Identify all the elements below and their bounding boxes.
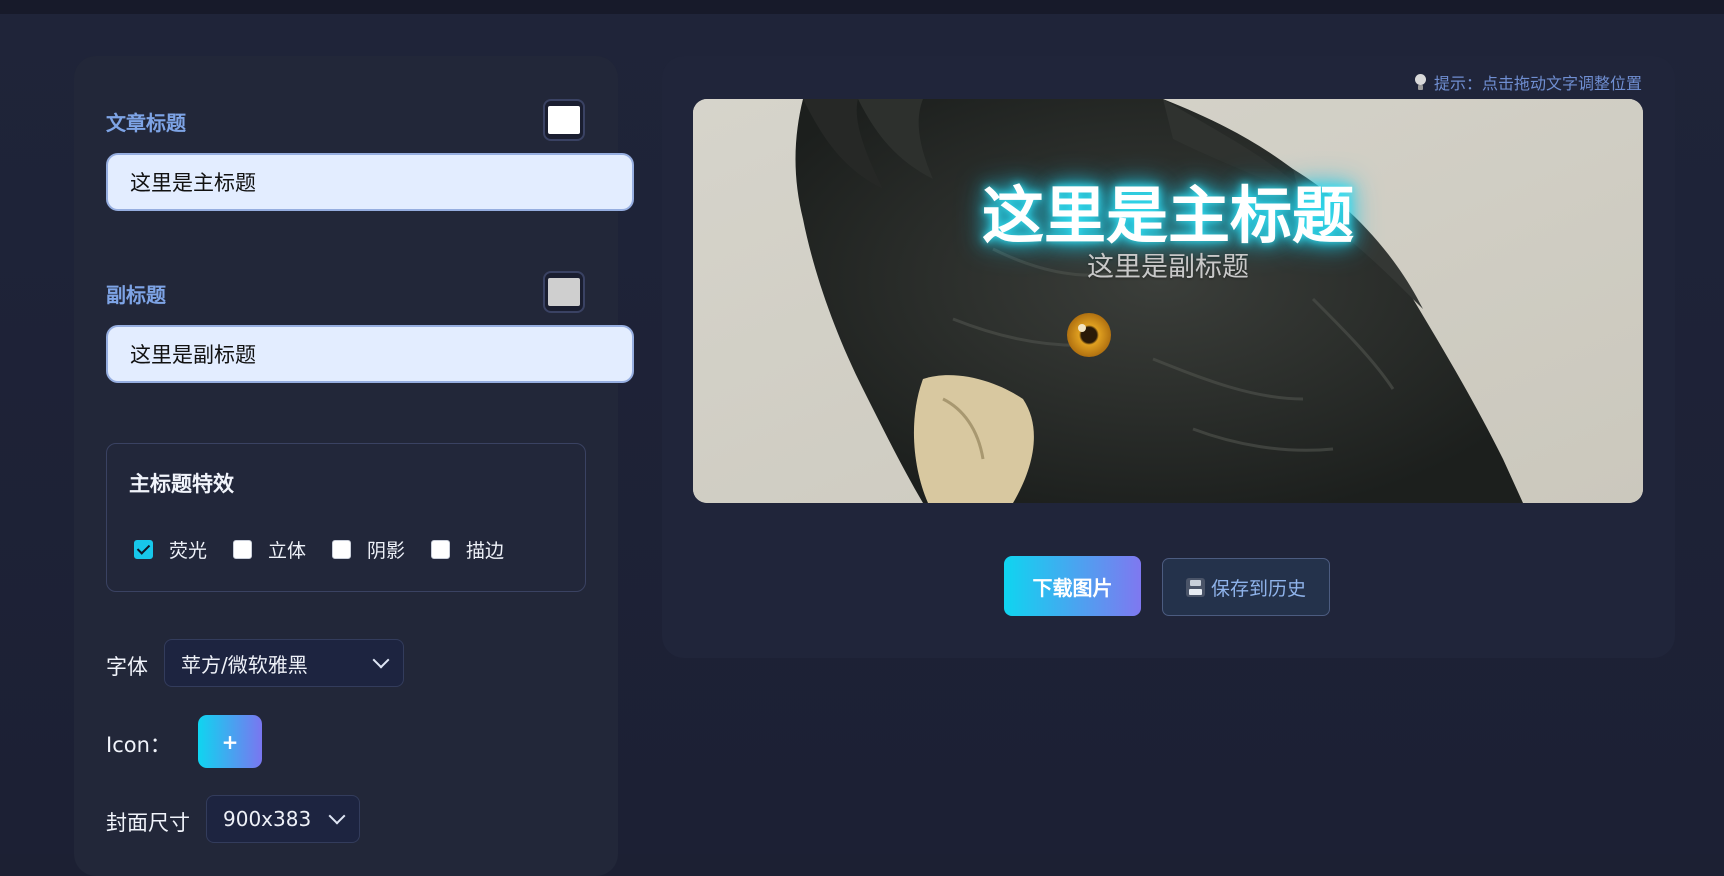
font-select-value: 苹方/微软雅黑 (181, 652, 308, 677)
hint-text: 提示：点击拖动文字调整位置 (1433, 74, 1642, 93)
shadow-label: 阴影 (367, 540, 406, 562)
stroke-checkbox[interactable] (431, 540, 451, 559)
lightbulb-icon (1414, 74, 1426, 90)
title-color-swatch (548, 106, 580, 134)
effect-option-stroke[interactable]: 描边 (431, 536, 504, 563)
download-button[interactable]: 下载图片 (1004, 556, 1141, 616)
title-label: 文章标题 (106, 111, 186, 135)
subtitle-label: 副标题 (106, 283, 166, 307)
effects-options: 荧光 立体 阴影 描边 (134, 536, 530, 563)
subtitle-input[interactable]: 这里是副标题 (106, 325, 634, 383)
cover-size-select[interactable]: 900x383 (206, 795, 360, 843)
3d-label: 立体 (268, 540, 307, 562)
title-color-picker[interactable] (543, 99, 585, 141)
effects-heading: 主标题特效 (129, 472, 234, 496)
icon-label: Icon： (106, 733, 171, 757)
cover-preview[interactable]: 这里是主标题 这里是副标题 (693, 99, 1643, 503)
cover-size-label: 封面尺寸 (106, 811, 190, 835)
cover-size-value: 900x383 (223, 807, 312, 831)
effect-option-shadow[interactable]: 阴影 (332, 536, 405, 563)
title-effects-box: 主标题特效 荧光 立体 阴影 描边 (106, 443, 586, 592)
drag-hint: 提示：点击拖动文字调整位置 (1414, 70, 1642, 94)
font-select[interactable]: 苹方/微软雅黑 (164, 639, 404, 687)
preview-subtitle[interactable]: 这里是副标题 (693, 245, 1643, 284)
effect-option-3d[interactable]: 立体 (233, 536, 306, 563)
preview-title[interactable]: 这里是主标题 (693, 165, 1643, 255)
plus-icon: + (221, 729, 239, 754)
effect-option-glow[interactable]: 荧光 (134, 536, 207, 563)
floppy-disk-icon (1185, 577, 1205, 597)
subtitle-color-picker[interactable] (543, 271, 585, 313)
top-bar (0, 0, 1724, 14)
cockatoo-image (693, 99, 1643, 503)
3d-checkbox[interactable] (233, 540, 253, 559)
subtitle-color-swatch (548, 278, 580, 306)
glow-checkbox[interactable] (134, 540, 153, 559)
save-history-button[interactable]: 保存到历史 (1162, 558, 1330, 616)
shadow-checkbox[interactable] (332, 540, 352, 559)
add-icon-button[interactable]: + (198, 715, 262, 768)
stroke-label: 描边 (466, 540, 505, 562)
save-history-label: 保存到历史 (1210, 577, 1306, 600)
chevron-down-icon (328, 807, 346, 825)
font-label: 字体 (106, 655, 148, 679)
glow-label: 荧光 (169, 540, 208, 562)
chevron-down-icon (372, 651, 390, 669)
title-input[interactable]: 这里是主标题 (106, 153, 634, 211)
